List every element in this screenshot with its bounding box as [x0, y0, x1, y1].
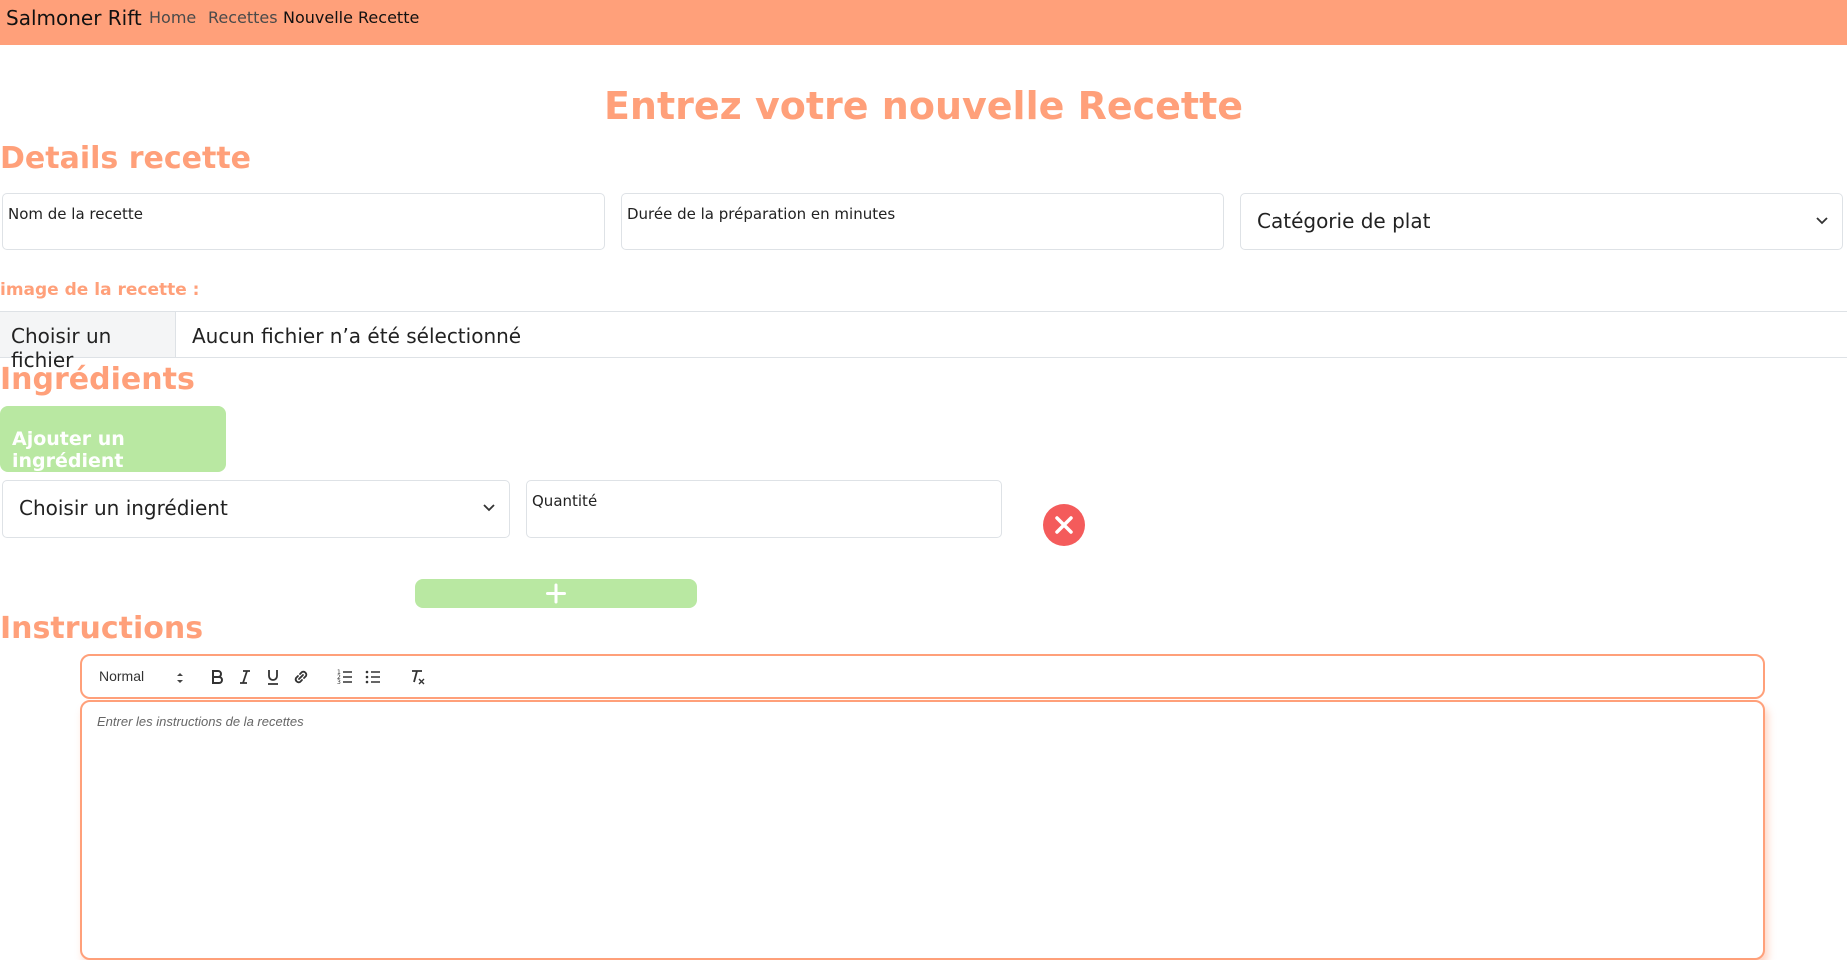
- instructions-placeholder: Entrer les instructions de la recettes: [97, 714, 304, 729]
- section-title-ingredients: Ingrédients: [0, 362, 195, 397]
- section-title-instructions: Instructions: [0, 611, 204, 646]
- navbar-brand[interactable]: Salmoner Rift: [6, 6, 142, 30]
- ordered-list-icon[interactable]: 1 2 3: [334, 666, 356, 688]
- bold-icon[interactable]: [206, 666, 228, 688]
- page-title: Entrez votre nouvelle Recette: [603, 84, 1244, 128]
- nav-link-home[interactable]: Home: [149, 8, 196, 27]
- format-select-arrows-icon: [177, 673, 183, 683]
- category-select-value: Catégorie de plat: [1257, 209, 1431, 233]
- file-status-text: Aucun fichier n’a été sélectionné: [192, 324, 522, 348]
- add-ingredient-label: Ajouter un ingrédient: [12, 428, 125, 472]
- nav-link-recettes[interactable]: Recettes: [208, 8, 278, 27]
- nav-link-nouvelle-recette[interactable]: Nouvelle Recette: [283, 8, 419, 27]
- quantity-placeholder: Quantité: [532, 492, 598, 510]
- choose-file-button[interactable]: Choisir un fichier: [0, 312, 176, 372]
- svg-text:3: 3: [337, 679, 341, 686]
- editor-toolbar: Normal 1 2 3: [80, 654, 1765, 699]
- duration-input[interactable]: Durée de la préparation en minutes: [621, 193, 1224, 250]
- underline-icon[interactable]: [262, 666, 284, 688]
- navbar: Salmoner Rift Home Recettes Nouvelle Rec…: [0, 0, 1847, 45]
- chevron-down-icon: [1816, 217, 1828, 225]
- ingredient-select-value: Choisir un ingrédient: [19, 496, 228, 520]
- image-label: image de la recette :: [0, 280, 200, 300]
- remove-ingredient-button[interactable]: [1043, 504, 1085, 546]
- section-title-details: Details recette: [0, 141, 252, 176]
- add-ingredient-button[interactable]: Ajouter un ingrédient: [0, 406, 226, 472]
- duration-placeholder: Durée de la préparation en minutes: [627, 205, 896, 223]
- quantity-input[interactable]: Quantité: [526, 480, 1002, 538]
- link-icon[interactable]: [290, 666, 312, 688]
- category-select[interactable]: Catégorie de plat: [1240, 193, 1843, 250]
- recipe-name-placeholder: Nom de la recette: [8, 205, 143, 223]
- file-input[interactable]: Choisir un fichier Aucun fichier n’a été…: [0, 311, 1847, 372]
- add-ingredient-row-button[interactable]: [415, 579, 697, 608]
- plus-icon: [546, 583, 566, 604]
- format-select[interactable]: Normal: [99, 668, 144, 684]
- chevron-down-icon: [483, 504, 495, 512]
- clear-format-icon[interactable]: [406, 666, 428, 688]
- recipe-name-input[interactable]: Nom de la recette: [2, 193, 605, 250]
- instructions-editor[interactable]: Entrer les instructions de la recettes: [80, 700, 1765, 960]
- bullet-list-icon[interactable]: [362, 666, 384, 688]
- close-icon: [1055, 516, 1073, 534]
- ingredient-select[interactable]: Choisir un ingrédient: [2, 480, 510, 538]
- italic-icon[interactable]: [234, 666, 256, 688]
